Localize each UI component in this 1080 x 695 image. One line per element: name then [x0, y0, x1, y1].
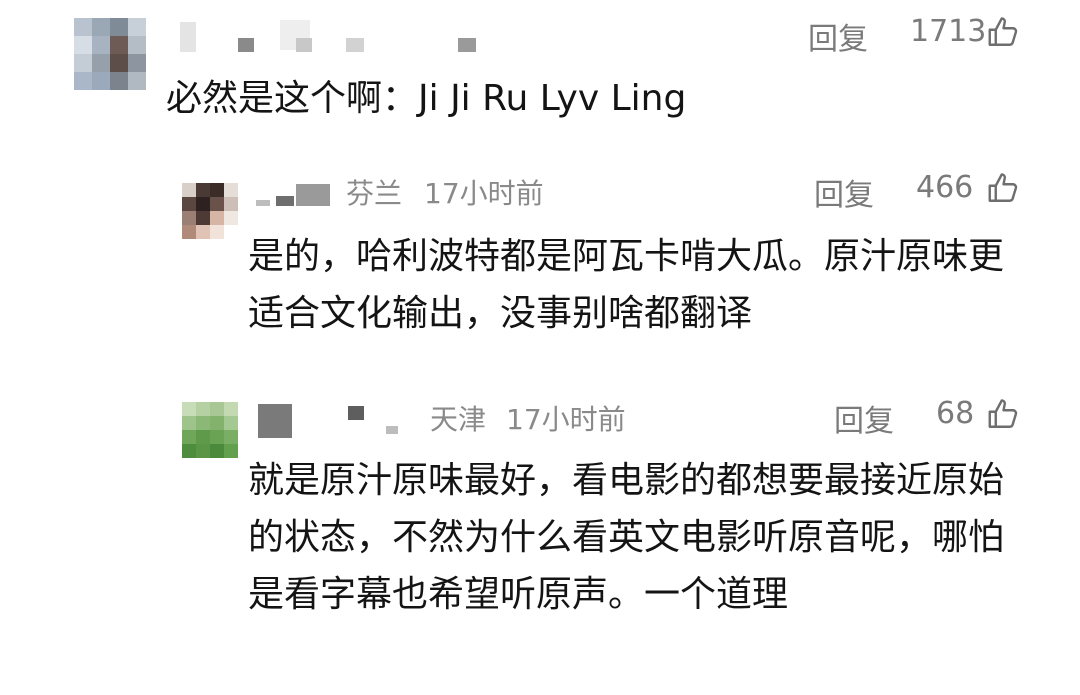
like-count: 466 — [916, 170, 974, 205]
comment-text: 必然是这个啊：Ji Ji Ru Lyv Ling — [166, 78, 687, 119]
reply-button[interactable]: 回复 — [808, 14, 868, 58]
reply-button[interactable]: 回复 — [834, 396, 894, 440]
comment-text: 就是原汁原味最好，看电影的都想要最接近原始的状态，不然为什么看英文电影听原音呢，… — [248, 460, 1005, 615]
thumbs-up-icon[interactable] — [986, 396, 1022, 432]
comment-text: 是的，哈利波特都是阿瓦卡啃大瓜。原汁原味更适合文化输出，没事别啥都翻译 — [248, 236, 1005, 334]
timestamp: 17小时前 — [506, 403, 626, 436]
avatar[interactable] — [182, 183, 238, 239]
location-label: 天津 — [430, 403, 487, 436]
like-count: 68 — [936, 396, 975, 431]
location-label: 芬兰 — [346, 177, 403, 210]
thumbs-up-icon[interactable] — [986, 170, 1022, 206]
avatar[interactable] — [182, 402, 238, 458]
like-count: 1713 — [910, 14, 987, 49]
timestamp: 17小时前 — [424, 177, 544, 210]
reply-button[interactable]: 回复 — [814, 170, 874, 214]
avatar[interactable] — [74, 18, 146, 90]
thumbs-up-icon[interactable] — [986, 14, 1022, 50]
